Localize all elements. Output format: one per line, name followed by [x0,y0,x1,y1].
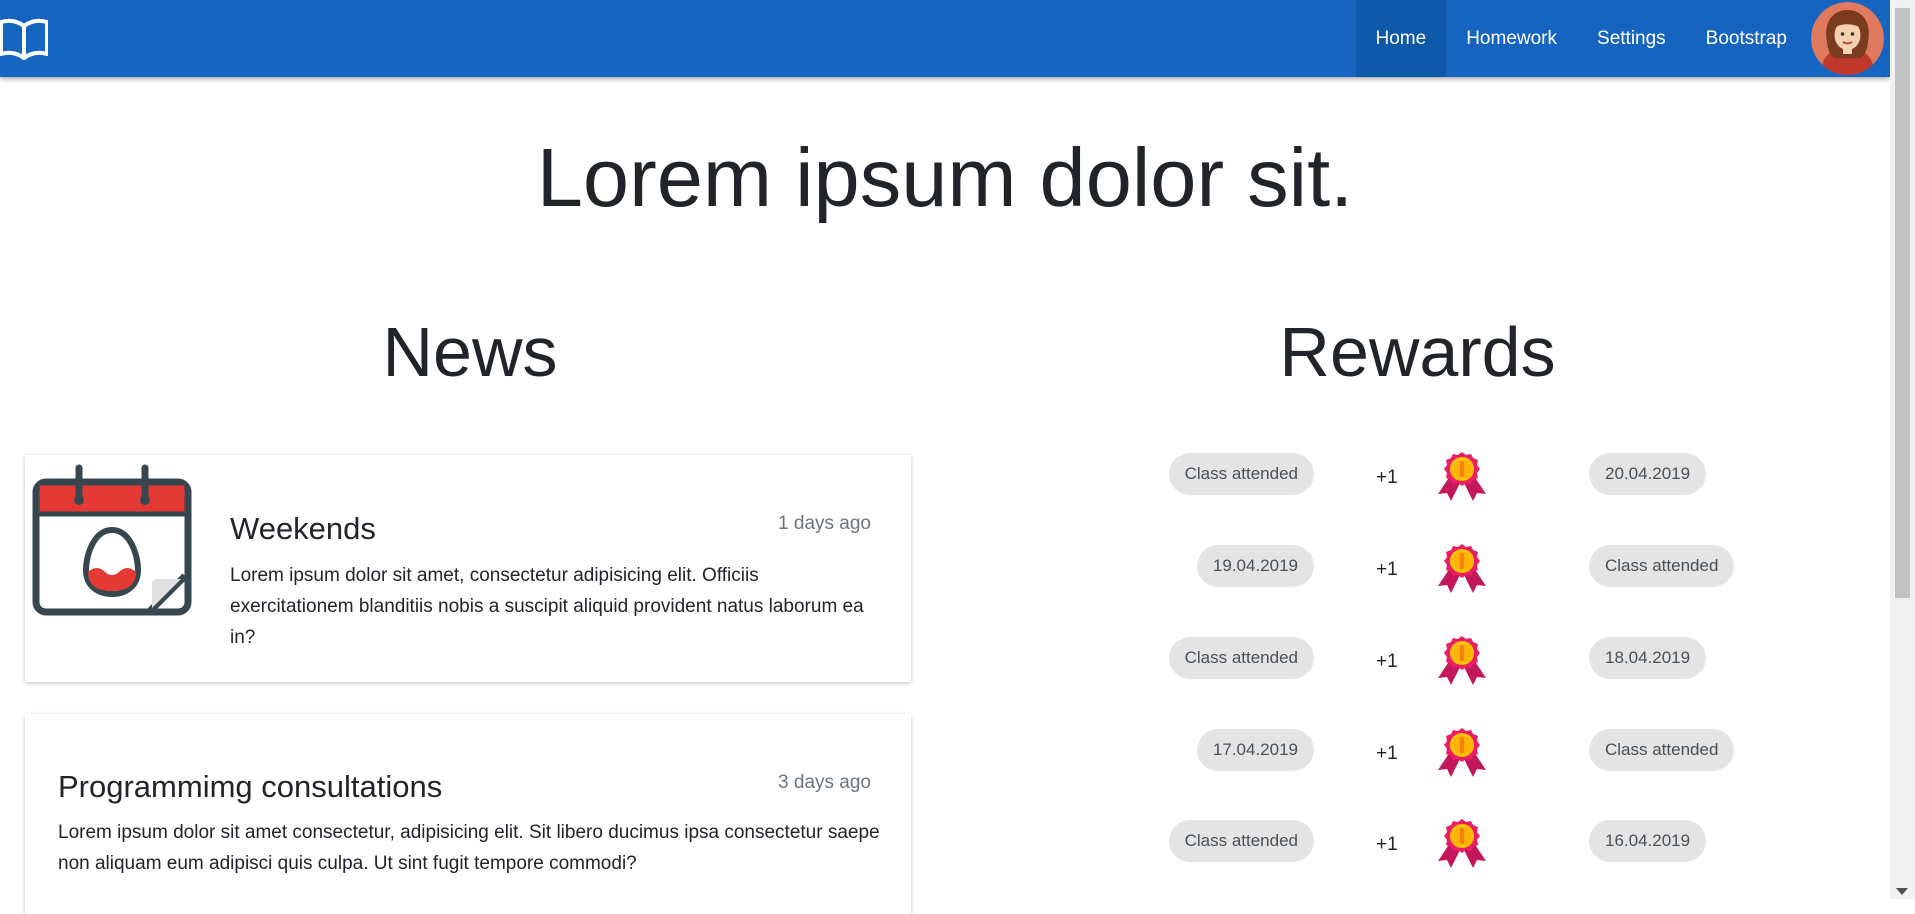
nav-menu: Home Homework Settings Bootstrap [1355,0,1890,77]
reward-points: +1 [1376,834,1398,855]
reward-points: +1 [1376,743,1398,764]
nav-item-homework[interactable]: Homework [1446,0,1577,77]
news-card[interactable]: Weekends 1 days ago Lorem ipsum dolor si… [25,455,911,682]
nav-item-settings[interactable]: Settings [1577,0,1686,77]
news-title: News [382,313,558,391]
vertical-scrollbar[interactable] [1890,0,1915,899]
scrollbar-thumb[interactable] [1895,8,1910,598]
medal-icon [1438,636,1486,685]
medal-icon [1438,819,1486,868]
medal-icon [1438,452,1486,501]
user-avatar-icon [1811,2,1884,75]
reward-label: Class attended [1589,729,1735,771]
calendar-easter-egg-icon [32,464,192,616]
nav-item-home[interactable]: Home [1355,0,1447,77]
medal-icon [1438,728,1486,777]
reward-date: 18.04.2019 [1589,637,1707,679]
reward-label: Class attended [1589,545,1735,587]
reward-points: +1 [1376,651,1398,672]
reward-date: 20.04.2019 [1589,453,1707,495]
news-card-time: 1 days ago [778,513,871,534]
news-card-title: Weekends [230,511,376,546]
reward-label: Class attended [1168,637,1314,679]
news-card-time: 3 days ago [778,772,871,793]
open-book-icon [0,18,49,60]
news-card-title: Programmimg consultations [58,769,443,804]
reward-points: +1 [1376,467,1398,488]
news-card[interactable]: Programmimg consultations 3 days ago Lor… [25,714,911,914]
news-card-text: Lorem ipsum dolor sit amet, consectetur … [230,565,864,648]
medal-icon [1438,544,1486,593]
rewards-title: Rewards [1279,313,1556,391]
avatar[interactable] [1811,2,1884,75]
navbar: Home Homework Settings Bootstrap [0,0,1890,77]
brand-link[interactable] [0,18,49,60]
reward-date: 17.04.2019 [1196,729,1314,771]
page-title: Lorem ipsum dolor sit. [536,131,1354,224]
news-card-text: Lorem ipsum dolor sit amet consectetur, … [58,822,880,874]
nav-item-bootstrap[interactable]: Bootstrap [1686,0,1807,77]
reward-label: Class attended [1168,820,1314,862]
reward-points: +1 [1376,559,1398,580]
reward-label: Class attended [1168,453,1314,495]
scroll-down-arrow-icon[interactable] [1896,888,1908,895]
reward-date: 16.04.2019 [1589,820,1707,862]
reward-date: 19.04.2019 [1196,545,1314,587]
